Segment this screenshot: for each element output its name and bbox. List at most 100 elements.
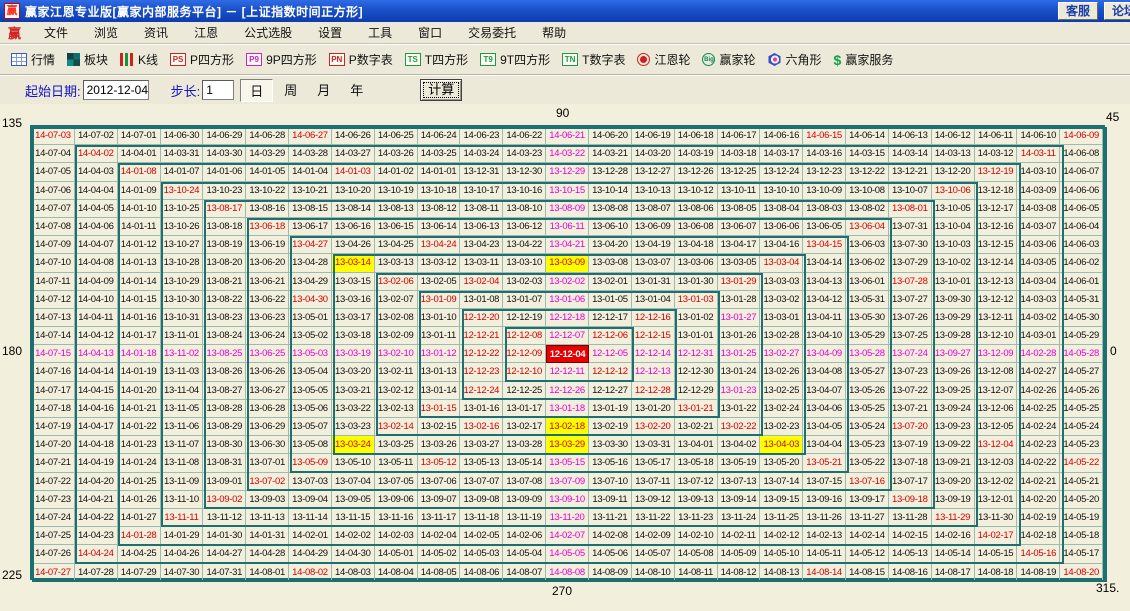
date-cell[interactable]: 13-08-21: [203, 273, 246, 291]
date-cell[interactable]: 13-05-07: [289, 418, 332, 436]
date-cell[interactable]: 13-12-04: [975, 436, 1018, 454]
date-cell[interactable]: 14-05-22: [1060, 454, 1103, 472]
date-cell[interactable]: 12-12-23: [460, 363, 503, 381]
date-cell[interactable]: 13-12-14: [975, 254, 1018, 272]
date-cell[interactable]: 13-07-31: [889, 218, 932, 236]
date-cell[interactable]: 13-11-17: [418, 509, 461, 527]
date-cell[interactable]: 12-12-31: [675, 345, 718, 363]
date-cell[interactable]: 14-01-02: [375, 163, 418, 181]
date-cell[interactable]: 14-04-09: [75, 273, 118, 291]
date-cell[interactable]: 14-03-27: [332, 145, 375, 163]
date-cell[interactable]: 13-12-29: [546, 163, 589, 181]
date-cell[interactable]: 13-06-04: [846, 218, 889, 236]
date-cell[interactable]: 13-12-23: [803, 163, 846, 181]
date-cell[interactable]: 13-06-12: [503, 218, 546, 236]
date-cell[interactable]: 13-10-28: [161, 254, 204, 272]
date-cell[interactable]: 13-02-10: [375, 345, 418, 363]
date-cell[interactable]: 13-02-19: [589, 418, 632, 436]
date-cell[interactable]: 13-12-18: [975, 182, 1018, 200]
date-cell[interactable]: 13-10-08: [846, 182, 889, 200]
date-cell[interactable]: 13-04-02: [718, 436, 761, 454]
date-cell[interactable]: 13-11-07: [161, 436, 204, 454]
date-cell[interactable]: 13-03-26: [418, 436, 461, 454]
date-cell[interactable]: 14-01-27: [118, 509, 161, 527]
date-cell[interactable]: 13-09-07: [418, 491, 461, 509]
date-cell[interactable]: 14-08-02: [289, 564, 332, 582]
date-cell[interactable]: 13-06-28: [246, 400, 289, 418]
toolbar-六角形[interactable]: 六角形: [763, 49, 829, 70]
date-cell[interactable]: 14-05-05: [546, 545, 589, 563]
date-cell[interactable]: 13-11-08: [161, 454, 204, 472]
date-cell[interactable]: 14-06-08: [1060, 145, 1103, 163]
date-cell[interactable]: 14-01-12: [118, 236, 161, 254]
date-cell[interactable]: 14-08-04: [375, 564, 418, 582]
date-cell[interactable]: 13-03-01: [760, 309, 803, 327]
date-cell[interactable]: 13-11-12: [203, 509, 246, 527]
date-cell[interactable]: 12-12-16: [632, 309, 675, 327]
date-cell[interactable]: 14-03-23: [503, 145, 546, 163]
date-cell[interactable]: 13-03-21: [332, 382, 375, 400]
date-cell[interactable]: 13-05-11: [375, 454, 418, 472]
toolbar-T数字表[interactable]: TNT数字表: [557, 49, 632, 70]
date-cell[interactable]: 14-03-28: [289, 145, 332, 163]
date-cell[interactable]: 14-03-13: [932, 145, 975, 163]
date-cell[interactable]: 13-05-16: [589, 454, 632, 472]
date-cell[interactable]: 13-12-05: [975, 418, 1018, 436]
date-cell[interactable]: 13-07-22: [889, 382, 932, 400]
date-cell[interactable]: 13-06-11: [546, 218, 589, 236]
date-cell[interactable]: 13-12-16: [975, 218, 1018, 236]
date-cell[interactable]: 13-09-04: [289, 491, 332, 509]
date-cell[interactable]: 14-01-16: [118, 309, 161, 327]
date-cell[interactable]: 13-07-28: [889, 273, 932, 291]
date-cell[interactable]: 13-11-20: [546, 509, 589, 527]
date-cell[interactable]: 14-08-20: [1060, 564, 1103, 582]
unit-年[interactable]: 年: [341, 79, 372, 102]
date-cell[interactable]: 12-12-21: [460, 327, 503, 345]
date-cell[interactable]: 14-07-02: [75, 127, 118, 145]
date-cell[interactable]: 13-01-01: [675, 327, 718, 345]
date-cell[interactable]: 14-05-28: [1060, 345, 1103, 363]
date-cell[interactable]: 13-05-21: [803, 454, 846, 472]
date-cell[interactable]: 13-03-09: [546, 254, 589, 272]
date-cell[interactable]: 14-01-31: [246, 527, 289, 545]
date-cell[interactable]: 13-09-15: [760, 491, 803, 509]
date-cell[interactable]: 13-06-07: [718, 218, 761, 236]
date-cell[interactable]: 14-07-03: [32, 127, 75, 145]
date-cell[interactable]: 14-07-17: [32, 382, 75, 400]
date-cell[interactable]: 14-05-11: [803, 545, 846, 563]
date-cell[interactable]: 13-03-14: [332, 254, 375, 272]
date-cell[interactable]: 13-03-12: [418, 254, 461, 272]
date-cell[interactable]: 14-01-22: [118, 418, 161, 436]
date-cell[interactable]: 13-01-30: [675, 273, 718, 291]
date-cell[interactable]: 14-04-11: [75, 309, 118, 327]
date-cell[interactable]: 13-11-13: [246, 509, 289, 527]
date-cell[interactable]: 13-12-31: [460, 163, 503, 181]
date-cell[interactable]: 13-01-27: [718, 309, 761, 327]
date-cell[interactable]: 13-05-23: [846, 436, 889, 454]
date-cell[interactable]: 13-01-14: [418, 382, 461, 400]
date-cell[interactable]: 12-12-28: [632, 382, 675, 400]
date-cell[interactable]: 13-09-21: [932, 454, 975, 472]
date-cell[interactable]: 13-06-05: [803, 218, 846, 236]
date-cell[interactable]: 13-06-09: [632, 218, 675, 236]
date-cell[interactable]: 14-03-16: [803, 145, 846, 163]
date-cell[interactable]: 13-08-20: [203, 254, 246, 272]
date-cell[interactable]: 13-01-17: [503, 400, 546, 418]
date-cell[interactable]: 14-04-15: [75, 382, 118, 400]
date-cell[interactable]: 13-08-15: [289, 200, 332, 218]
date-cell[interactable]: 13-06-26: [246, 363, 289, 381]
date-cell[interactable]: 13-04-06: [803, 400, 846, 418]
menu-item-帮助[interactable]: 帮助: [529, 22, 579, 43]
date-cell[interactable]: 14-08-14: [803, 564, 846, 582]
date-cell[interactable]: 13-01-13: [418, 363, 461, 381]
date-cell[interactable]: 14-05-25: [1060, 400, 1103, 418]
date-cell[interactable]: 13-04-29: [289, 273, 332, 291]
date-cell[interactable]: 14-02-08: [589, 527, 632, 545]
date-cell[interactable]: 12-12-07: [546, 327, 589, 345]
date-cell[interactable]: 13-09-01: [203, 473, 246, 491]
date-cell[interactable]: 12-12-11: [546, 363, 589, 381]
date-cell[interactable]: 13-09-16: [803, 491, 846, 509]
date-cell[interactable]: 13-01-25: [718, 345, 761, 363]
date-cell[interactable]: 14-08-06: [460, 564, 503, 582]
date-cell[interactable]: 14-07-05: [32, 163, 75, 181]
